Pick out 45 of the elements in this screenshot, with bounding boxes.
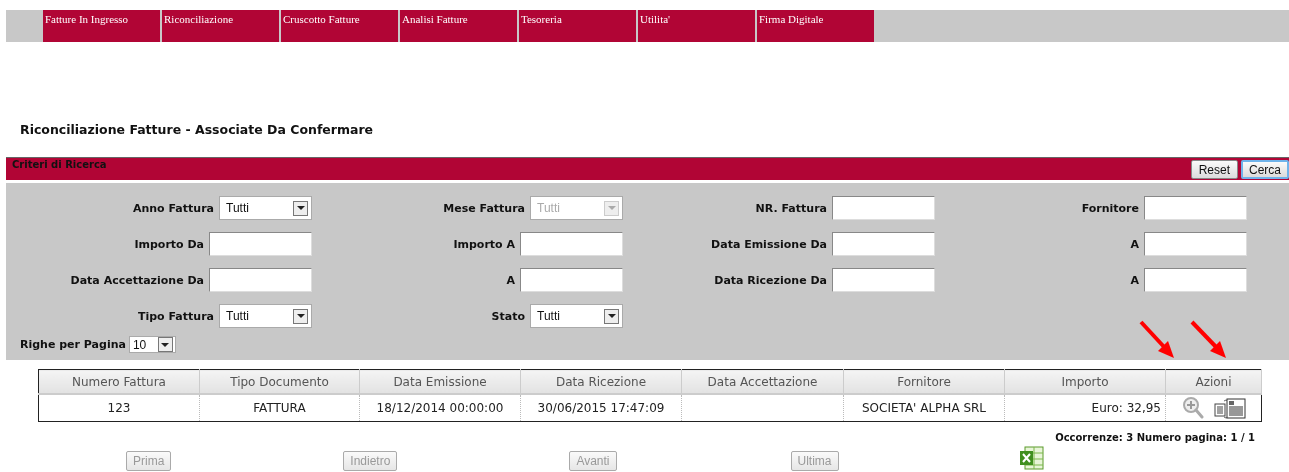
- field-label: NR. Fattura: [755, 201, 827, 215]
- column-header: Tipo Documento: [199, 369, 360, 394]
- search-button[interactable]: Reset: [1190, 160, 1238, 179]
- field-label: Anno Fattura: [132, 201, 214, 215]
- search-button[interactable]: Cerca: [1241, 160, 1289, 179]
- column-header: Data Ricezione: [520, 369, 682, 394]
- select-field[interactable]: Tutti: [530, 304, 623, 328]
- column-header: Importo: [1004, 369, 1166, 394]
- field-label: Stato: [491, 309, 525, 323]
- page-title: Riconciliazione Fatture - Associate Da Confermare: [20, 122, 374, 137]
- field-label: Righe per Pagina: [20, 338, 126, 351]
- column-header: Numero Fattura: [38, 369, 200, 394]
- status-text: Occorrenze: 3 Numero pagina: 1 / 1: [1055, 432, 1255, 443]
- select-field[interactable]: Tutti: [219, 196, 312, 220]
- field-label: A: [506, 273, 515, 287]
- table-cell: 123: [38, 394, 200, 422]
- column-header: Azioni: [1165, 369, 1262, 394]
- menu-tab[interactable]: Riconciliazione: [162, 10, 279, 42]
- select-field[interactable]: Tutti: [219, 304, 312, 328]
- section-title: Criteri di Ricerca: [11, 158, 107, 170]
- table-cell: FATTURA: [199, 394, 360, 422]
- menu-tab[interactable]: Utilita': [638, 10, 755, 42]
- field-label: Importo Da: [134, 237, 204, 251]
- field-label: Data Accettazione Da: [70, 273, 204, 287]
- table-cell: SOCIETA' ALPHA SRL: [843, 394, 1005, 422]
- table-cell: 30/06/2015 17:47:09: [520, 394, 682, 422]
- column-header: Data Accettazione: [681, 369, 844, 394]
- table-cell: Euro: 32,95: [1004, 394, 1166, 422]
- field-label: Data Emissione Da: [711, 237, 827, 251]
- column-header: Data Emissione: [359, 369, 521, 394]
- menu-tab[interactable]: Analisi Fatture: [400, 10, 517, 42]
- menu-tab[interactable]: Firma Digitale: [757, 10, 874, 42]
- column-header: Fornitore: [843, 369, 1005, 394]
- field-label: Data Ricezione Da: [714, 273, 827, 287]
- field-label: Importo A: [453, 237, 515, 251]
- field-label: Mese Fattura: [443, 201, 525, 215]
- menu-tab[interactable]: Cruscotto Fatture: [281, 10, 398, 42]
- field-label: A: [1130, 273, 1139, 287]
- menu-tab[interactable]: Fatture In Ingresso: [43, 10, 160, 42]
- table-cell: 18/12/2014 00:00:00: [359, 394, 521, 422]
- field-label: Tipo Fattura: [137, 309, 214, 323]
- field-label: Fornitore: [1081, 201, 1139, 215]
- field-label: A: [1130, 237, 1139, 251]
- select-field[interactable]: 10: [128, 336, 176, 353]
- menu-tab[interactable]: Tesoreria: [519, 10, 636, 42]
